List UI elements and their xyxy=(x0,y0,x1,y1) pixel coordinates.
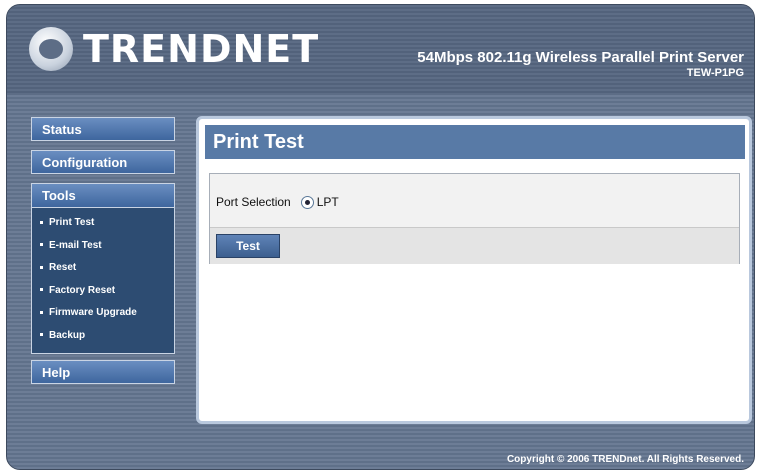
port-selection-label: Port Selection xyxy=(216,195,291,209)
nav-status[interactable]: Status xyxy=(31,117,175,141)
trendnet-logo-icon xyxy=(29,27,73,71)
page-title: Print Test xyxy=(205,125,745,159)
bullet-icon xyxy=(40,265,43,269)
lpt-radio-label[interactable]: LPT xyxy=(317,195,339,209)
brand-logo: TRENDNET xyxy=(29,23,319,75)
tools-menu: Tools Print Test E-mail Test Reset Facto… xyxy=(31,183,175,354)
nav-tools[interactable]: Tools xyxy=(32,184,174,208)
bullet-icon xyxy=(40,333,43,337)
sidebar: Status Configuration Tools Print Test E-… xyxy=(31,117,175,393)
main-content: Print Test Port Selection LPT Test xyxy=(196,116,752,424)
tools-submenu: Print Test E-mail Test Reset Factory Res… xyxy=(32,208,174,353)
submenu-item-backup[interactable]: Backup xyxy=(40,325,174,348)
submenu-item-print-test[interactable]: Print Test xyxy=(40,212,174,235)
submenu-item-factory-reset[interactable]: Factory Reset xyxy=(40,280,174,303)
button-row: Test xyxy=(210,227,739,264)
product-info: 54Mbps 802.11g Wireless Parallel Print S… xyxy=(417,49,744,79)
app-frame: TRENDNET 54Mbps 802.11g Wireless Paralle… xyxy=(6,4,755,470)
product-model: TEW-P1PG xyxy=(686,67,744,79)
nav-help[interactable]: Help xyxy=(31,360,175,384)
submenu-item-email-test[interactable]: E-mail Test xyxy=(40,235,174,258)
bullet-icon xyxy=(40,243,43,247)
product-title: 54Mbps 802.11g Wireless Parallel Print S… xyxy=(417,49,744,66)
copyright: Copyright © 2006 TRENDnet. All Rights Re… xyxy=(506,454,744,465)
port-selection-row: Port Selection LPT xyxy=(216,195,339,209)
nav-configuration[interactable]: Configuration xyxy=(31,150,175,174)
lpt-radio[interactable] xyxy=(300,195,314,209)
header: TRENDNET 54Mbps 802.11g Wireless Paralle… xyxy=(7,5,754,95)
bullet-icon xyxy=(40,220,43,224)
print-test-panel: Port Selection LPT Test xyxy=(209,173,740,264)
bullet-icon xyxy=(40,288,43,292)
submenu-item-reset[interactable]: Reset xyxy=(40,257,174,280)
bullet-icon xyxy=(40,310,43,314)
brand-name: TRENDNET xyxy=(83,27,320,71)
submenu-item-firmware-upgrade[interactable]: Firmware Upgrade xyxy=(40,302,174,325)
test-button[interactable]: Test xyxy=(216,234,280,258)
